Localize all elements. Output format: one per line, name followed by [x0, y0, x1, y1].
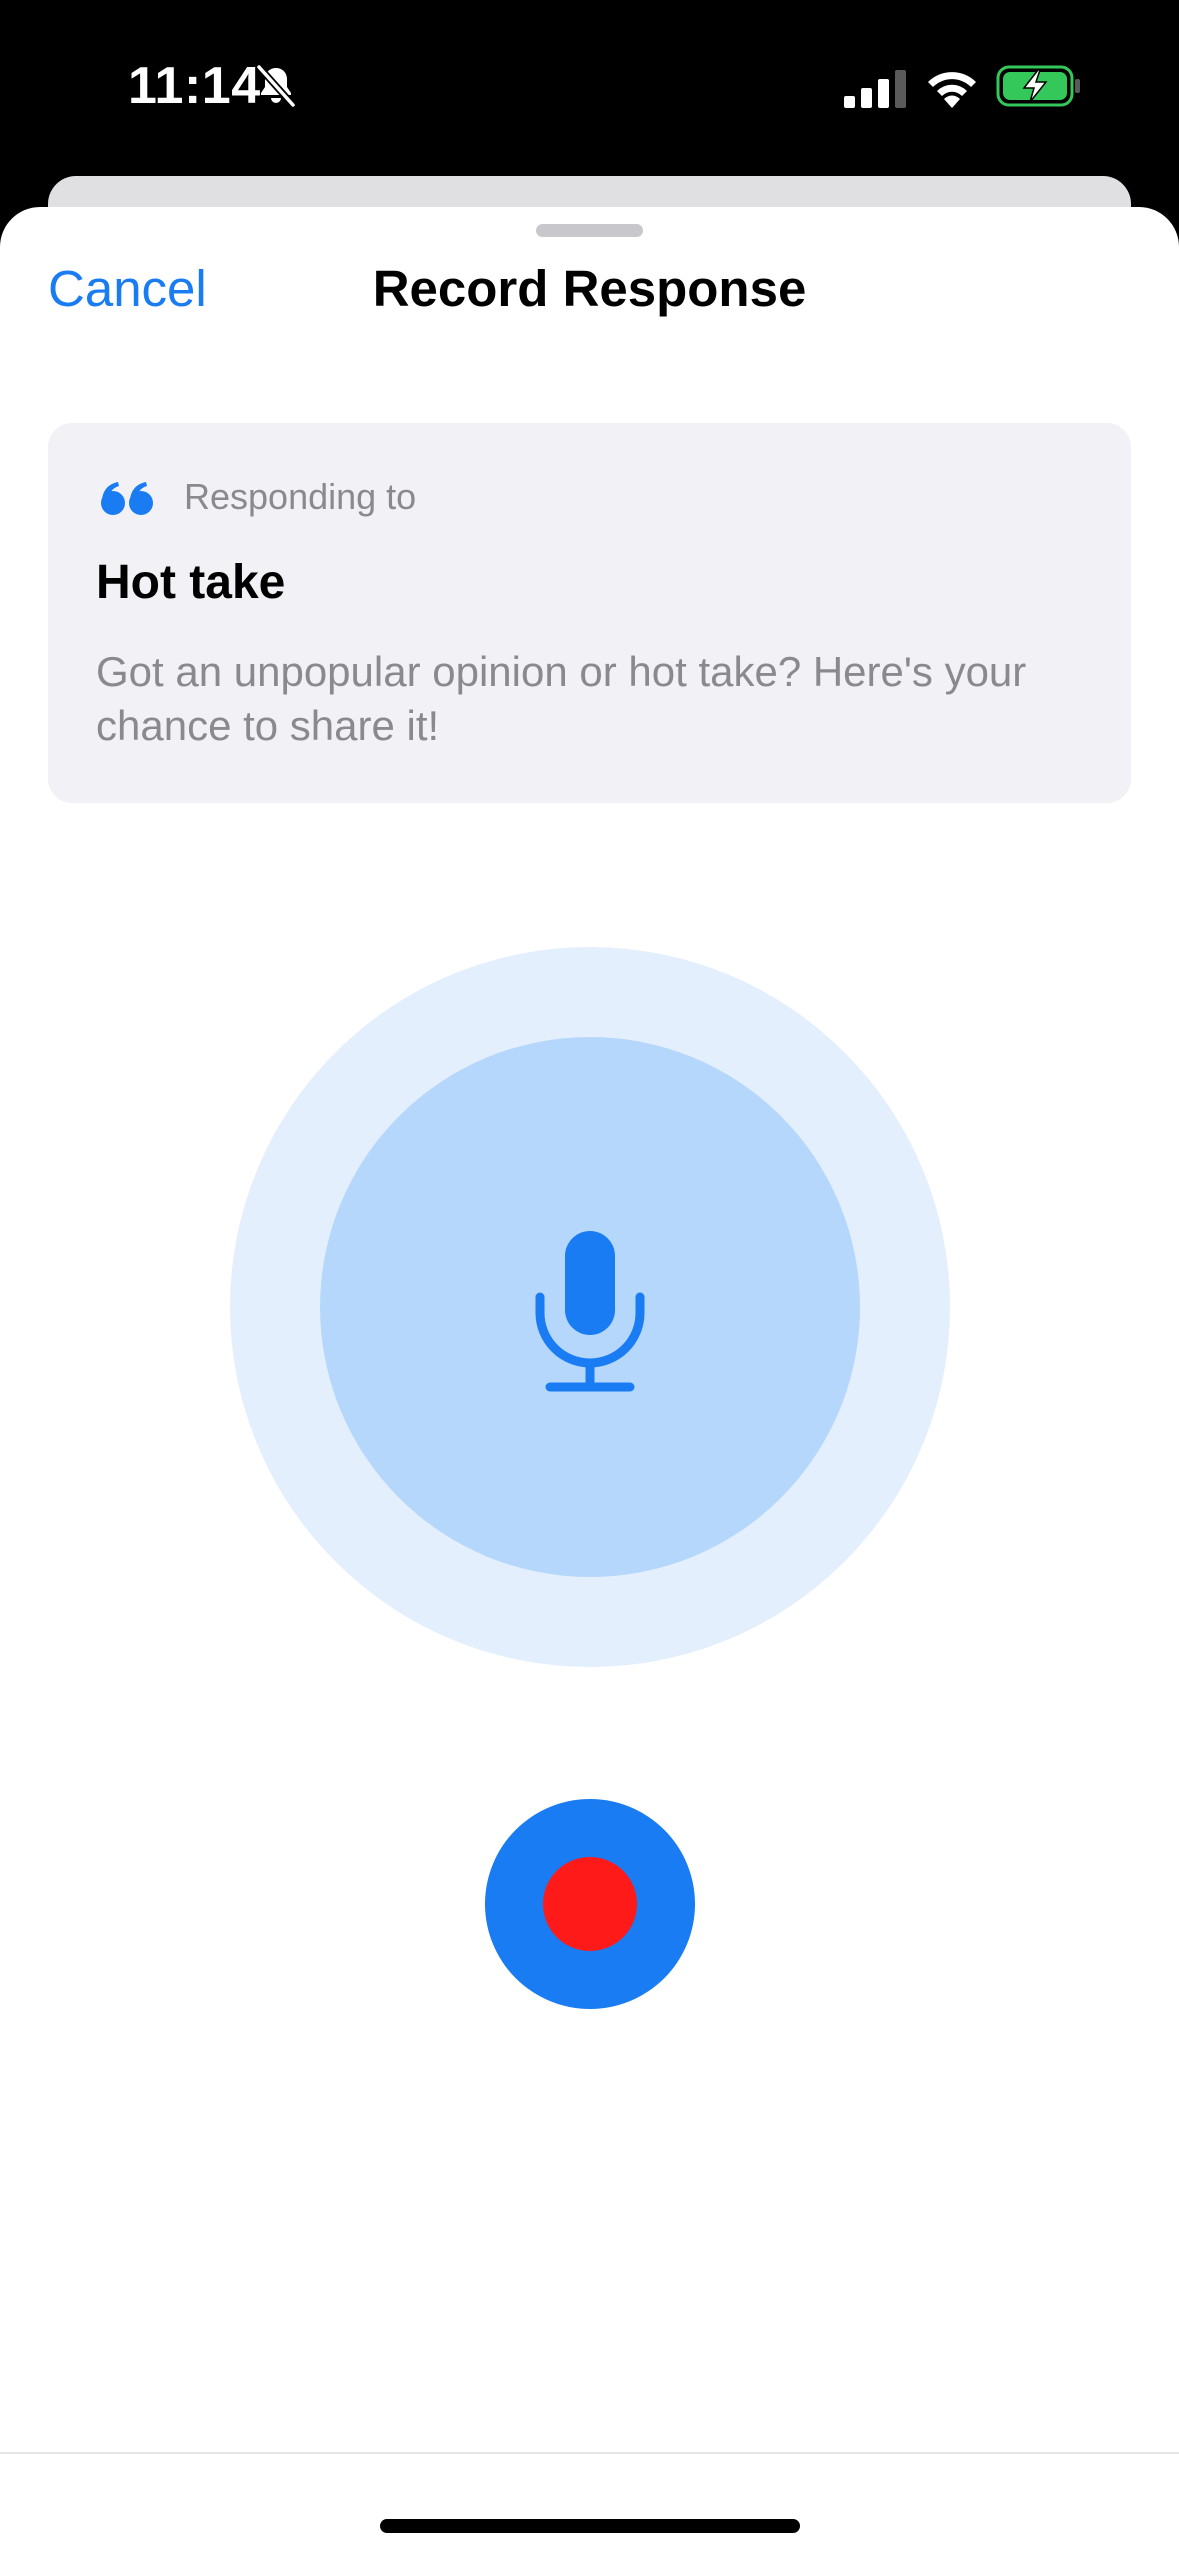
quote-icon: [101, 482, 153, 515]
microphone-icon: [535, 1231, 645, 1392]
screen: 11:14 Record Response Cancel Responding …: [0, 0, 1179, 2556]
bell-slash-icon: [255, 63, 297, 109]
sheet-grabber[interactable]: [536, 224, 643, 237]
prompt-description: Got an unpopular opinion or hot take? He…: [96, 648, 1027, 749]
cancel-button[interactable]: Cancel: [48, 257, 207, 321]
responding-to-label: Responding to: [184, 476, 417, 517]
record-button[interactable]: [485, 1799, 695, 2009]
cellular-signal-icon: [844, 70, 906, 108]
record-response-sheet: Record Response Cancel Responding to Hot…: [0, 207, 1179, 2556]
status-time: 11:14: [128, 57, 261, 115]
prompt-title: Hot take: [96, 556, 286, 609]
wifi-icon: [928, 72, 976, 108]
record-dot-icon: [543, 1857, 637, 1951]
bottom-divider: [0, 2452, 1179, 2454]
status-bar: 11:14: [0, 0, 1179, 175]
home-indicator[interactable]: [380, 2519, 800, 2533]
prompt-card: Responding to Hot take Got an unpopular …: [48, 423, 1131, 803]
battery-charging-icon: [996, 65, 1080, 107]
